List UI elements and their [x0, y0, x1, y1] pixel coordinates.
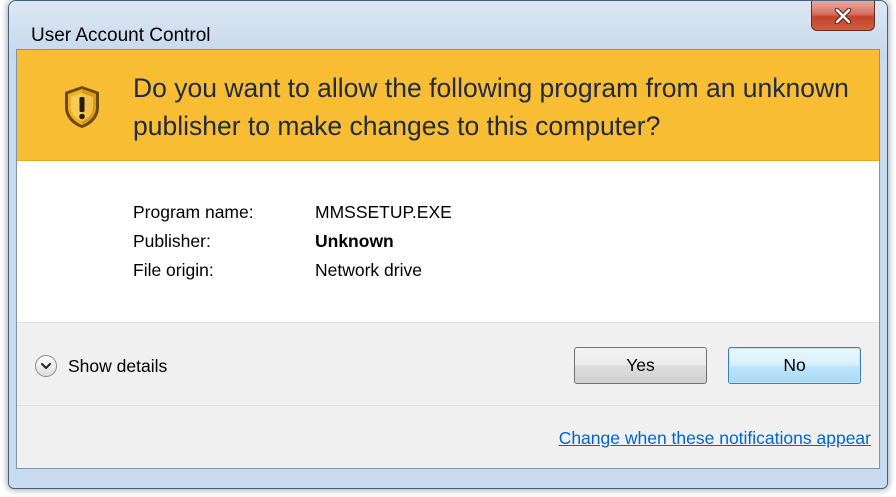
info-label: Program name:: [133, 202, 254, 222]
info-label: Publisher:: [133, 231, 211, 251]
show-details-toggle[interactable]: Show details: [35, 355, 167, 377]
notification-settings-area: Change when these notifications appear: [17, 405, 879, 468]
change-notifications-link[interactable]: Change when these notifications appear: [559, 428, 871, 449]
info-row-file-origin: File origin: Network drive: [133, 256, 452, 285]
chevron-down-circle-icon[interactable]: [35, 355, 57, 377]
close-x-icon: [834, 7, 852, 24]
show-details-label[interactable]: Show details: [68, 356, 167, 377]
info-value: Unknown: [315, 231, 394, 251]
title-bar[interactable]: User Account Control: [9, 1, 887, 49]
dialog-content: Do you want to allow the following progr…: [16, 49, 880, 469]
no-button[interactable]: No: [728, 347, 861, 384]
info-label: File origin:: [133, 260, 214, 280]
yes-button[interactable]: Yes: [574, 347, 707, 384]
uac-shield-icon: [65, 86, 99, 128]
info-value: Network drive: [315, 260, 422, 280]
info-row-program-name: Program name: MMSSETUP.EXE: [133, 198, 452, 227]
program-info: Program name: MMSSETUP.EXE Publisher: Un…: [133, 198, 452, 285]
info-row-publisher: Publisher: Unknown: [133, 227, 452, 256]
info-value: MMSSETUP.EXE: [315, 202, 452, 222]
window-title: User Account Control: [31, 25, 211, 46]
button-bar: Show details Yes No: [17, 322, 879, 406]
close-button[interactable]: [811, 1, 875, 31]
prompt-question: Do you want to allow the following progr…: [133, 73, 849, 141]
uac-dialog-window: User Account Control Do you want to allo…: [8, 0, 888, 489]
warning-banner: Do you want to allow the following progr…: [17, 50, 879, 161]
